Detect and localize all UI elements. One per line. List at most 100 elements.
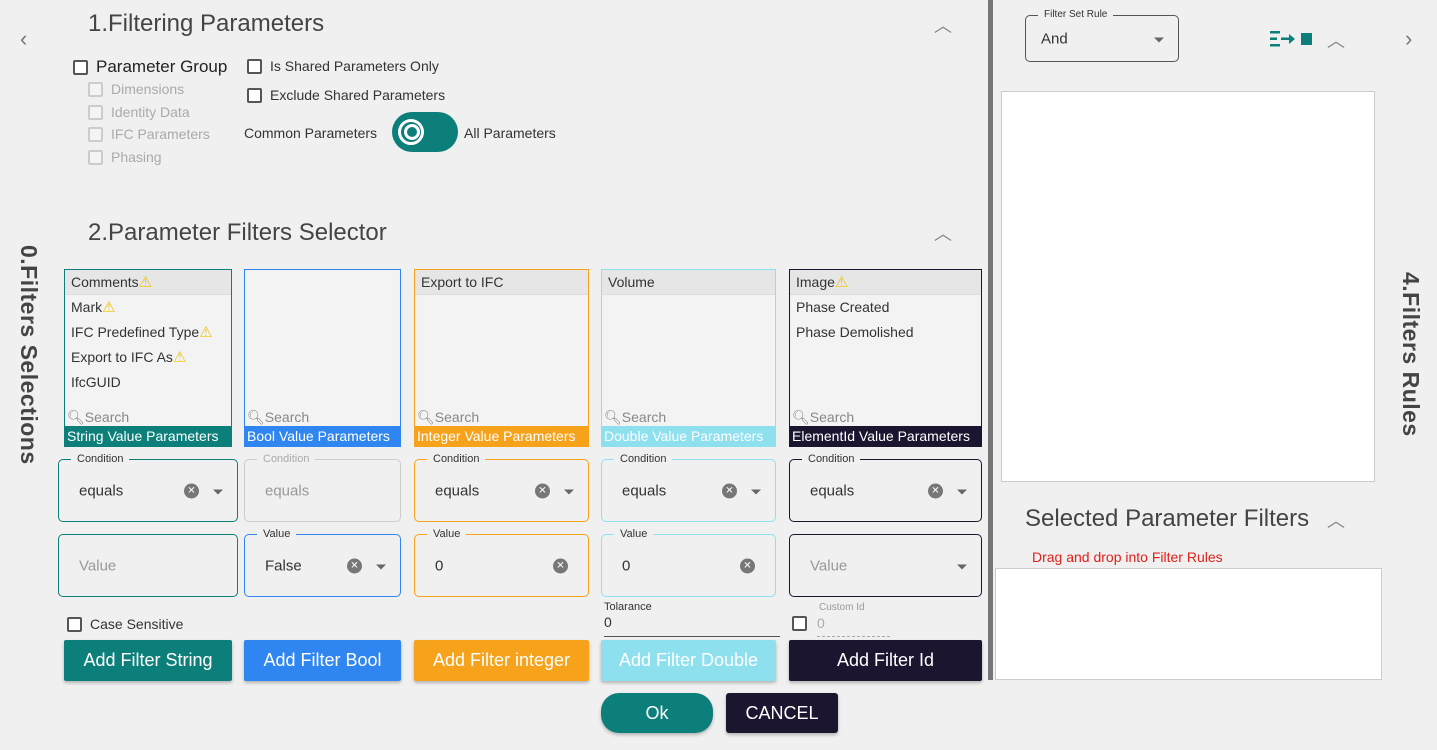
case-sensitive-checkbox[interactable] (67, 616, 82, 632)
list-item[interactable]: Phase Demolished (790, 320, 981, 345)
field-label: Condition (71, 453, 130, 465)
chevron-down-icon[interactable] (1154, 37, 1164, 42)
integer-condition-select[interactable]: Condition equals ✕ (414, 453, 589, 522)
parameter-group-label: Parameter Group (96, 57, 228, 76)
parameters-toggle[interactable] (392, 112, 458, 152)
integer-parameters-list[interactable]: Export to IFC 🔍︎Search Integer Value Par… (414, 269, 589, 447)
selected-filters-title: Selected Parameter Filters (1025, 505, 1310, 532)
exclude-shared-label: Exclude Shared Parameters (270, 87, 446, 103)
filter-rules-area[interactable] (1001, 91, 1375, 482)
double-parameters-list[interactable]: Volume 🔍︎Search Double Value Parameters (601, 269, 776, 447)
warning-icon: ⚠ (199, 324, 213, 341)
elementid-parameters-list[interactable]: Image⚠ Phase Created Phase Demolished 🔍︎… (789, 269, 982, 447)
next-arrow-icon[interactable]: › (1405, 26, 1412, 52)
add-filter-bool-button[interactable]: Add Filter Bool (244, 640, 401, 681)
selected-filters-area[interactable] (995, 568, 1382, 680)
list-item[interactable]: Volume (602, 270, 775, 295)
ok-button[interactable]: Ok (601, 693, 713, 733)
common-parameters-label: Common Parameters (244, 125, 378, 141)
list-item[interactable]: Phase Created (790, 295, 981, 320)
parameter-group-checkbox-row[interactable]: Parameter Group (73, 57, 227, 77)
all-parameters-label: All Parameters (464, 125, 556, 141)
collapse-selected-icon[interactable]: ︿ (1327, 507, 1345, 533)
chevron-down-icon[interactable] (957, 489, 967, 494)
collapse-rules-icon[interactable]: ︿ (1327, 27, 1345, 53)
clear-icon[interactable]: ✕ (347, 558, 362, 573)
parameter-group-checkbox[interactable] (73, 59, 88, 75)
chevron-down-icon[interactable] (957, 564, 967, 569)
list-item[interactable]: IfcGUID (65, 370, 231, 395)
list-search[interactable]: 🔍︎Search (417, 409, 479, 426)
list-search[interactable]: 🔍︎Search (247, 409, 309, 426)
field-value: equals (265, 482, 310, 499)
string-parameters-list[interactable]: Comments⚠ Mark⚠ IFC Predefined Type⚠ Exp… (64, 269, 232, 447)
panel-splitter[interactable] (988, 0, 993, 680)
shared-only-row[interactable]: Is Shared Parameters Only (247, 58, 439, 74)
collapse-section2-icon[interactable]: ︿ (934, 220, 952, 246)
group-label: Identity Data (111, 104, 190, 120)
elementid-value-select[interactable]: Value (789, 534, 982, 597)
list-footer: Double Value Parameters (602, 426, 775, 446)
integer-value-input[interactable]: Value 0 ✕ (414, 528, 589, 597)
previous-arrow-icon[interactable]: ‹ (20, 26, 27, 52)
case-sensitive-row[interactable]: Case Sensitive (67, 616, 183, 632)
chevron-down-icon[interactable] (213, 489, 223, 494)
custom-id-checkbox[interactable] (792, 616, 807, 636)
section2-title: 2.Parameter Filters Selector (88, 219, 387, 246)
field-placeholder: Value (810, 557, 848, 574)
group-checkbox (88, 149, 103, 165)
clear-icon[interactable]: ✕ (740, 558, 755, 573)
string-value-input[interactable]: Value (58, 534, 238, 597)
string-condition-select[interactable]: Condition equals ✕ (58, 453, 238, 522)
section1-title: 1.Filtering Parameters (88, 10, 325, 37)
filter-set-rule-select[interactable]: Filter Set Rule And (1025, 9, 1179, 62)
apply-rules-icon[interactable] (1270, 30, 1315, 48)
tolerance-input[interactable]: 0 (604, 614, 780, 637)
custom-id-input: 0 (817, 615, 890, 637)
double-value-input[interactable]: Value 0 ✕ (601, 528, 776, 597)
field-label: Condition (427, 453, 486, 465)
field-label: Value (427, 528, 467, 540)
elementid-condition-select[interactable]: Condition equals ✕ (789, 453, 982, 522)
chevron-down-icon[interactable] (376, 564, 386, 569)
clear-icon[interactable]: ✕ (184, 483, 199, 498)
chevron-down-icon[interactable] (564, 489, 574, 494)
list-item[interactable]: IFC Predefined Type⚠ (65, 320, 231, 345)
add-filter-string-button[interactable]: Add Filter String (64, 640, 232, 681)
field-value: equals (79, 482, 124, 499)
shared-only-checkbox[interactable] (247, 58, 262, 74)
collapse-section1-icon[interactable]: ︿ (934, 12, 952, 38)
list-search[interactable]: 🔍︎Search (604, 409, 666, 426)
chevron-down-icon[interactable] (751, 489, 761, 494)
double-condition-select[interactable]: Condition equals ✕ (601, 453, 776, 522)
add-filter-double-button[interactable]: Add Filter Double (601, 640, 776, 681)
exclude-shared-checkbox[interactable] (247, 87, 262, 103)
clear-icon[interactable]: ✕ (928, 483, 943, 498)
list-search[interactable]: 🔍︎Search (792, 409, 854, 426)
warning-icon: ⚠ (138, 274, 153, 291)
warning-icon: ⚠ (172, 349, 187, 366)
field-value: False (265, 557, 302, 574)
clear-icon[interactable]: ✕ (722, 483, 737, 498)
list-item[interactable]: Comments⚠ (65, 270, 231, 295)
field-value: equals (810, 482, 855, 499)
list-search[interactable]: 🔍︎Search (67, 409, 129, 426)
list-footer: String Value Parameters (65, 426, 231, 446)
bool-value-select[interactable]: Value False ✕ (244, 528, 401, 597)
field-value: 0 (622, 557, 631, 574)
list-item[interactable]: Mark⚠ (65, 295, 231, 320)
exclude-shared-row[interactable]: Exclude Shared Parameters (247, 87, 445, 103)
add-filter-id-button[interactable]: Add Filter Id (789, 640, 982, 681)
list-item[interactable]: Image⚠ (790, 270, 981, 295)
clear-icon[interactable]: ✕ (535, 483, 550, 498)
warning-icon: ⚠ (102, 299, 116, 316)
list-item[interactable]: Export to IFC (415, 270, 588, 295)
cancel-button[interactable]: CANCEL (726, 693, 838, 733)
list-item[interactable]: Export to IFC As⚠ (65, 345, 231, 370)
field-value: And (1041, 30, 1068, 47)
group-item: Identity Data (88, 104, 190, 120)
drag-hint: Drag and drop into Filter Rules (1032, 549, 1223, 565)
clear-icon[interactable]: ✕ (553, 558, 568, 573)
add-filter-integer-button[interactable]: Add Filter integer (414, 640, 589, 681)
bool-parameters-list[interactable]: 🔍︎Search Bool Value Parameters (244, 269, 401, 447)
